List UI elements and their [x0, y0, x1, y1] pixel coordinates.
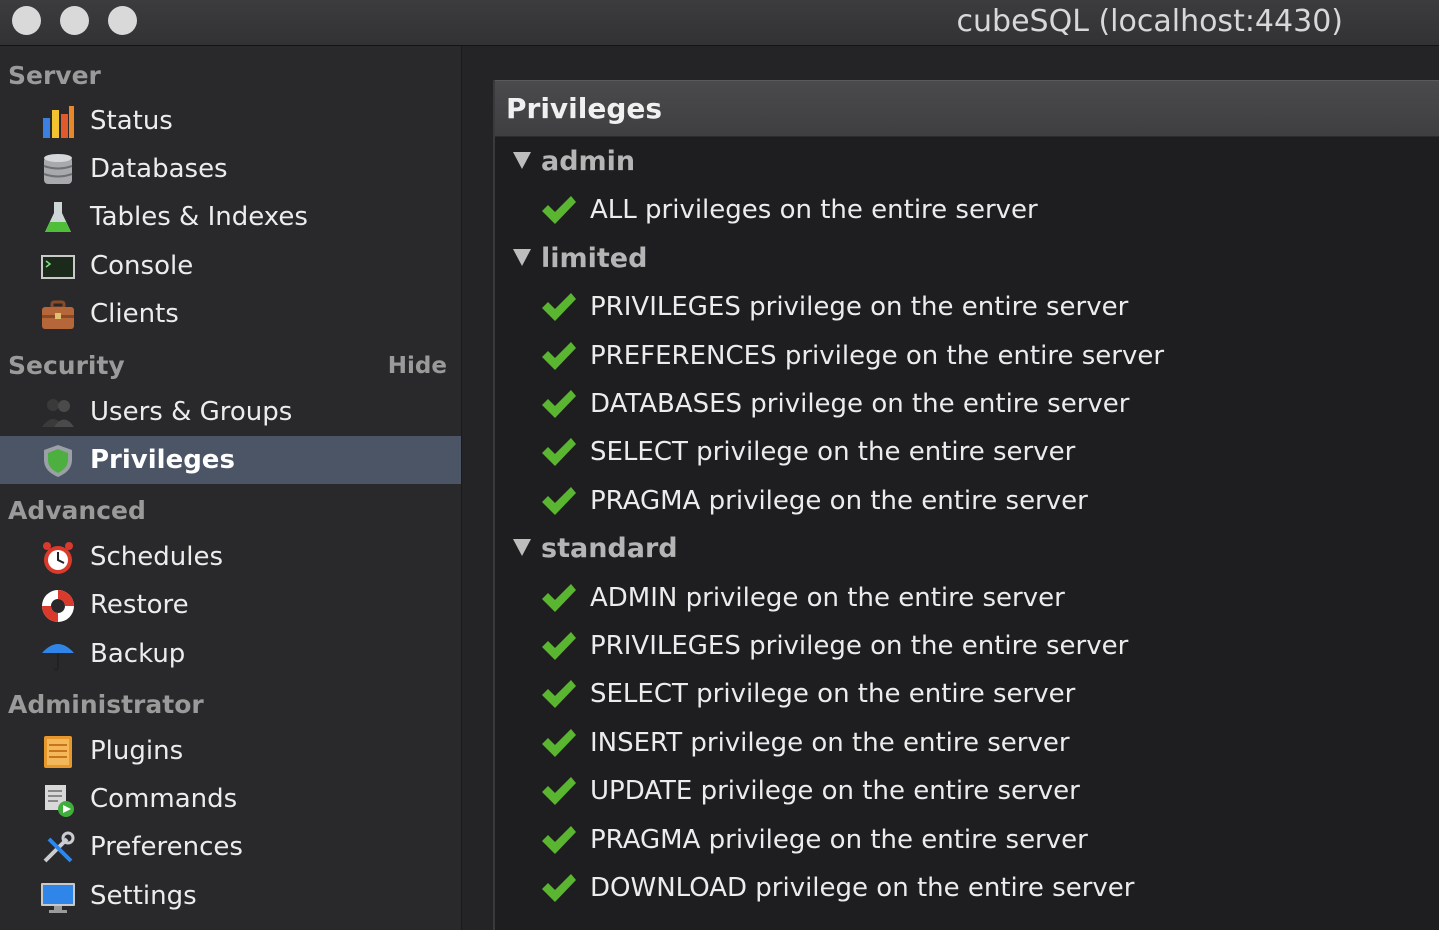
sidebar-item-clients[interactable]: Clients	[0, 290, 461, 338]
disclosure-triangle-icon[interactable]	[513, 152, 531, 169]
monitor-icon	[41, 883, 75, 913]
checkmark-icon	[542, 196, 576, 224]
privilege-label: PREFERENCES privilege on the entire serv…	[590, 341, 1165, 371]
checkmark-icon	[542, 342, 576, 370]
security-hide-link[interactable]: Hide	[388, 350, 447, 382]
alarm-clock-icon	[43, 542, 73, 574]
privilege-row[interactable]: UPDATE privilege on the entire server	[495, 767, 1439, 815]
privilege-row[interactable]: PRAGMA privilege on the entire server	[495, 816, 1439, 864]
privilege-label: PRIVILEGES privilege on the entire serve…	[590, 631, 1129, 661]
sidebar: Server Status Databases Tables & Indexes	[0, 46, 462, 930]
privilege-row[interactable]: ADMIN privilege on the entire server	[495, 574, 1439, 622]
panel-header: Privileges	[495, 80, 1439, 137]
checkmark-icon	[542, 487, 576, 515]
sidebar-item-commands[interactable]: Commands	[0, 775, 461, 823]
checkmark-icon	[542, 390, 576, 418]
sidebar-item-backup[interactable]: Backup	[0, 630, 461, 678]
section-header-advanced: Advanced	[8, 496, 146, 525]
privilege-row[interactable]: PRIVILEGES privilege on the entire serve…	[495, 283, 1439, 331]
sidebar-item-console[interactable]: Console	[0, 242, 461, 290]
sidebar-item-databases[interactable]: Databases	[0, 145, 461, 193]
zoom-window-button[interactable]	[108, 6, 137, 35]
privilege-label: SELECT privilege on the entire server	[590, 679, 1076, 709]
checkmark-icon	[542, 826, 576, 854]
minimize-window-button[interactable]	[60, 6, 89, 35]
privilege-label: DATABASES privilege on the entire server	[590, 389, 1130, 419]
privilege-label: PRIVILEGES privilege on the entire serve…	[590, 292, 1129, 322]
sidebar-item-tables-indexes[interactable]: Tables & Indexes	[0, 193, 461, 241]
database-icon	[43, 154, 73, 184]
privilege-row[interactable]: INSERT privilege on the entire server	[495, 719, 1439, 767]
group-row-admin[interactable]: admin	[495, 138, 1439, 186]
checkmark-icon	[542, 680, 576, 708]
checkmark-icon	[542, 584, 576, 612]
sidebar-item-users-groups[interactable]: Users & Groups	[0, 388, 461, 436]
close-window-button[interactable]	[12, 6, 41, 35]
lifebuoy-icon	[42, 590, 74, 622]
privilege-row[interactable]: SELECT privilege on the entire server	[495, 670, 1439, 718]
disclosure-triangle-icon[interactable]	[513, 539, 531, 556]
checkmark-icon	[542, 438, 576, 466]
umbrella-icon	[42, 644, 74, 671]
group-label: admin	[541, 146, 636, 177]
window-title: cubeSQL (localhost:4430)	[956, 4, 1343, 39]
group-label: standard	[541, 533, 678, 564]
users-icon	[42, 399, 74, 427]
group-row-limited[interactable]: limited	[495, 235, 1439, 283]
privilege-label: DOWNLOAD privilege on the entire server	[590, 873, 1135, 903]
privilege-row[interactable]: SELECT privilege on the entire server	[495, 428, 1439, 476]
privilege-label: ADMIN privilege on the entire server	[590, 583, 1065, 613]
flask-icon	[45, 202, 71, 232]
sidebar-item-privileges[interactable]: Privileges	[0, 436, 461, 484]
disclosure-triangle-icon[interactable]	[513, 249, 531, 266]
checkmark-icon	[542, 777, 576, 805]
checkmark-icon	[542, 874, 576, 902]
checkmark-icon	[542, 632, 576, 660]
terminal-icon	[41, 255, 75, 279]
privilege-row[interactable]: PREFERENCES privilege on the entire serv…	[495, 332, 1439, 380]
checkmark-icon	[542, 729, 576, 757]
sidebar-item-schedules[interactable]: Schedules	[0, 533, 461, 581]
privilege-label: PRAGMA privilege on the entire server	[590, 825, 1088, 855]
group-label: limited	[541, 243, 648, 274]
sidebar-item-restore[interactable]: Restore	[0, 581, 461, 629]
privilege-row[interactable]: PRIVILEGES privilege on the entire serve…	[495, 622, 1439, 670]
sidebar-item-status[interactable]: Status	[0, 97, 461, 145]
privilege-label: UPDATE privilege on the entire server	[590, 776, 1080, 806]
section-header-security: Security	[8, 351, 125, 380]
sidebar-item-settings[interactable]: Settings	[0, 872, 461, 920]
checkmark-icon	[542, 293, 576, 321]
section-header-server: Server	[8, 61, 101, 90]
page-title: Privileges	[506, 92, 663, 125]
section-header-administrator: Administrator	[8, 690, 204, 719]
script-icon	[45, 785, 74, 817]
plugin-icon	[44, 736, 72, 768]
title-bar: cubeSQL (localhost:4430)	[0, 0, 1439, 46]
privilege-label: INSERT privilege on the entire server	[590, 728, 1070, 758]
privilege-row[interactable]: DATABASES privilege on the entire server	[495, 380, 1439, 428]
privileges-panel: Privileges admin ALL privileges on the en…	[493, 80, 1439, 930]
sidebar-item-plugins[interactable]: Plugins	[0, 727, 461, 775]
privilege-row[interactable]: DOWNLOAD privilege on the entire server	[495, 864, 1439, 912]
bar-chart-icon	[43, 106, 74, 138]
privilege-label: PRAGMA privilege on the entire server	[590, 486, 1088, 516]
group-row-standard[interactable]: standard	[495, 525, 1439, 573]
privilege-row[interactable]: PRAGMA privilege on the entire server	[495, 477, 1439, 525]
privilege-row[interactable]: ALL privileges on the entire server	[495, 186, 1439, 234]
main-area: Privileges admin ALL privileges on the en…	[462, 46, 1439, 930]
tools-icon	[43, 831, 75, 863]
privilege-label: SELECT privilege on the entire server	[590, 437, 1076, 467]
briefcase-icon	[42, 300, 74, 329]
shield-icon	[44, 445, 72, 477]
privilege-label: ALL privileges on the entire server	[590, 195, 1038, 225]
sidebar-item-preferences[interactable]: Preferences	[0, 823, 461, 871]
